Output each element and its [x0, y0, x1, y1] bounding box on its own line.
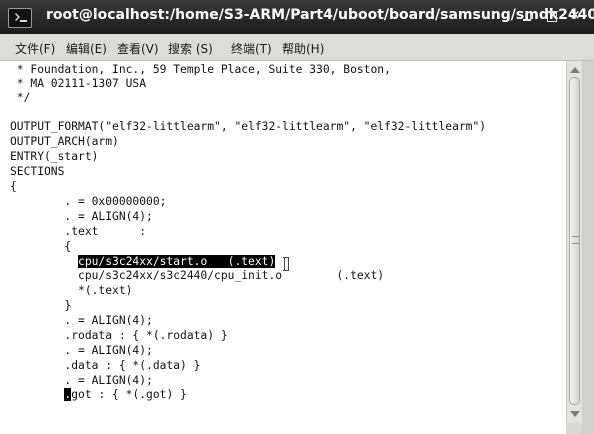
terminal-line: . = ALIGN(4); [10, 374, 153, 387]
terminal-line-selected: cpu/s3c24xx/start.o (.text) [10, 255, 276, 269]
terminal-line: } [10, 299, 72, 312]
close-icon[interactable]: × [568, 9, 582, 23]
vertical-scrollbar[interactable] [566, 61, 583, 423]
window-title: root@localhost:/home/S3-ARM/Part4/uboot/… [46, 7, 594, 23]
terminal-line: ENTRY(_start) [10, 150, 99, 163]
terminal-line: *(.text) [10, 284, 133, 297]
menu-view[interactable]: 查看(V) [117, 40, 159, 57]
terminal-line: .text : [10, 225, 147, 238]
menu-bar: 文件(F) 编辑(E) 查看(V) 搜索 (S) 终端(T) 帮助(H) [0, 34, 594, 61]
terminal-icon [8, 8, 32, 28]
terminal-line: . = ALIGN(4); [10, 314, 153, 327]
terminal-line: .data : { *(.data) } [10, 359, 201, 372]
terminal-line: */ [10, 91, 31, 104]
maximize-icon[interactable] [545, 9, 559, 23]
terminal-line: * Foundation, Inc., 59 Temple Place, Sui… [10, 63, 391, 76]
terminal-line: OUTPUT_FORMAT("elf32-littlearm", "elf32-… [10, 120, 487, 133]
terminal-line: SECTIONS [10, 165, 65, 178]
terminal-line: { [10, 180, 17, 193]
menu-search[interactable]: 搜索 (S) [168, 40, 213, 57]
terminal-line: . = ALIGN(4); [10, 210, 153, 223]
menu-edit[interactable]: 编辑(E) [66, 40, 107, 57]
ibeam-cursor-icon [283, 257, 289, 271]
minimize-icon[interactable] [520, 9, 534, 23]
cursor-line-text: got : { *(.got) } [71, 388, 187, 401]
terminal-output[interactable]: * Foundation, Inc., 59 Temple Place, Sui… [0, 61, 566, 434]
terminal-line: OUTPUT_ARCH(arm) [10, 135, 119, 148]
scrollbar-thumb[interactable] [569, 77, 580, 405]
selected-text[interactable]: cpu/s3c24xx/start.o (.text) [78, 255, 276, 268]
grip-icon [572, 236, 579, 244]
menu-help[interactable]: 帮助(H) [282, 40, 324, 57]
title-bar[interactable]: root@localhost:/home/S3-ARM/Part4/uboot/… [0, 0, 594, 34]
arrow-down-icon[interactable] [570, 411, 580, 417]
terminal-line: * MA 02111-1307 USA [10, 77, 147, 90]
terminal-line: . = 0x00000000; [10, 195, 167, 208]
terminal-line: . = ALIGN(4); [10, 344, 153, 357]
terminal-window: root@localhost:/home/S3-ARM/Part4/uboot/… [0, 0, 594, 434]
terminal-line: .rodata : { *(.rodata) } [10, 329, 228, 342]
terminal-line: cpu/s3c24xx/s3c2440/cpu_init.o (.text) [10, 269, 385, 282]
window-border [582, 61, 594, 434]
terminal-line-cursor: .got : { *(.got) } [10, 388, 187, 402]
menu-terminal[interactable]: 终端(T) [231, 40, 272, 57]
arrow-up-icon[interactable] [570, 67, 580, 73]
menu-file[interactable]: 文件(F) [15, 40, 55, 57]
terminal-line: { [10, 240, 72, 253]
